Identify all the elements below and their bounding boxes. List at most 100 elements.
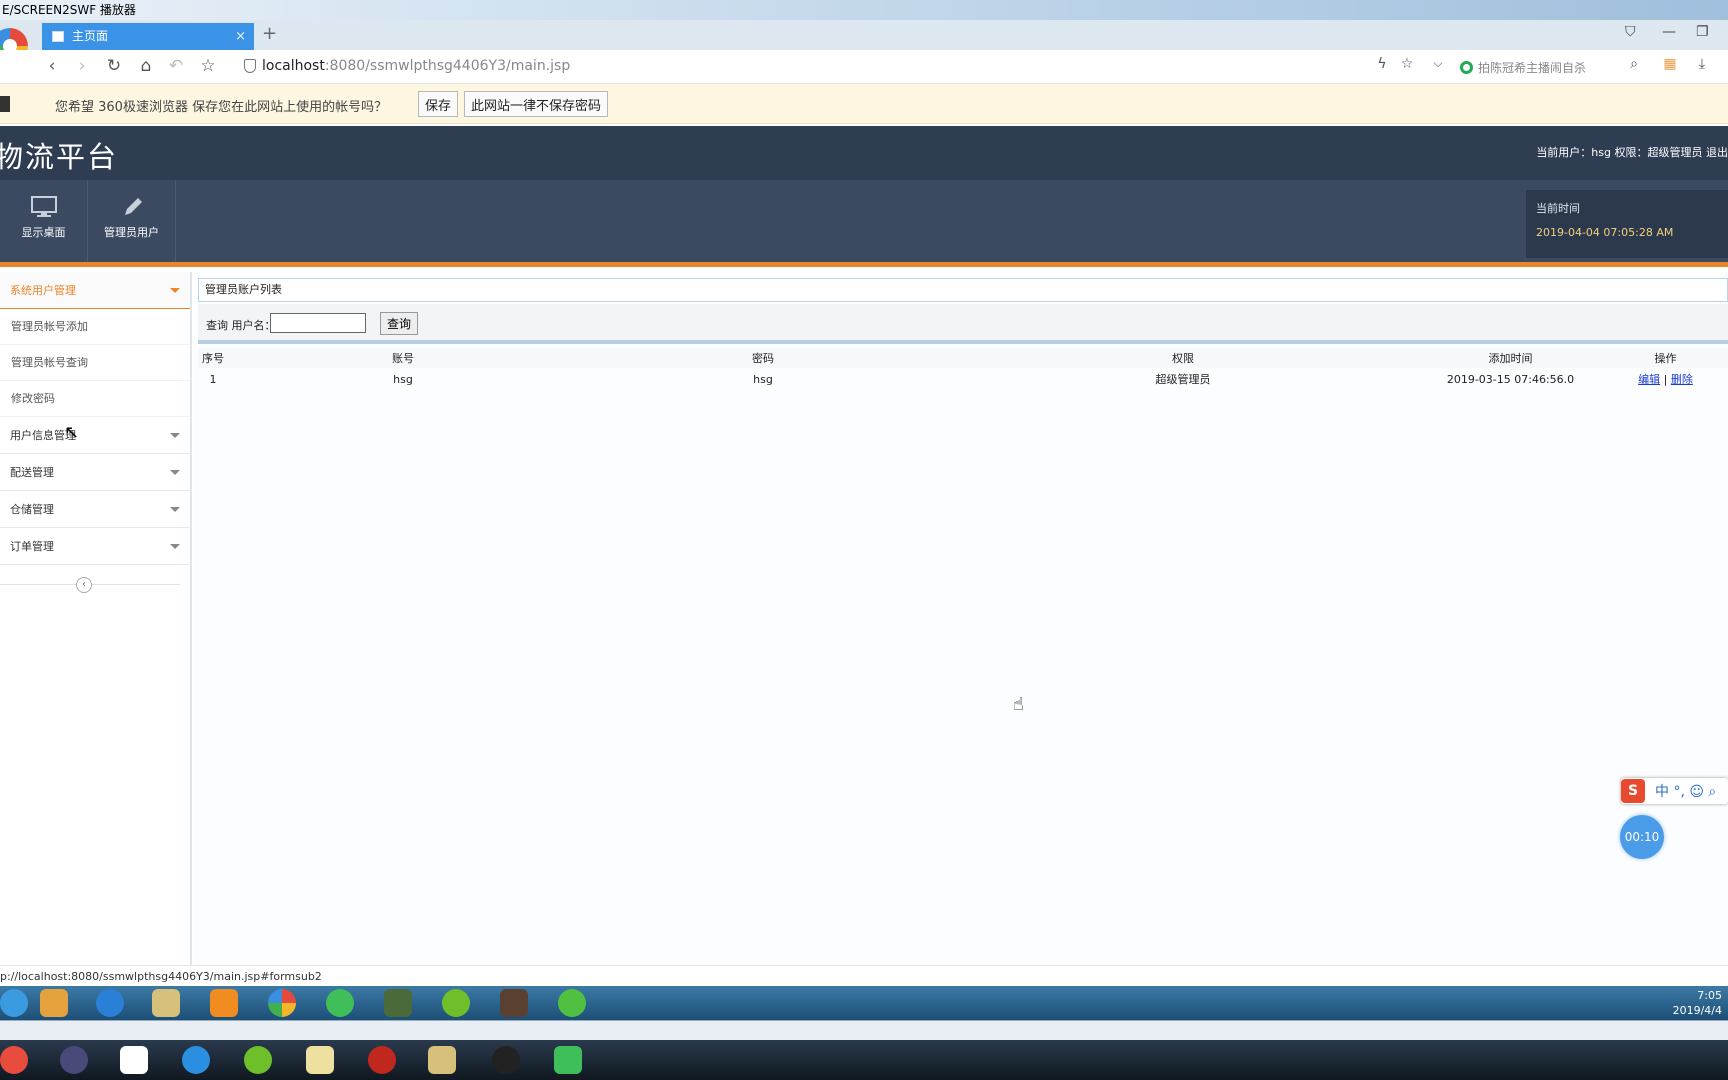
new-tab-button[interactable]: +: [262, 23, 277, 44]
row-added-time: 2019-03-15 07:46:56.0: [1446, 372, 1575, 386]
refresh-app-icon[interactable]: [326, 989, 354, 1017]
player-seek-bar[interactable]: [0, 1020, 1728, 1040]
eclipse-icon[interactable]: [60, 1046, 88, 1074]
reload-icon[interactable]: ↻: [104, 56, 124, 76]
row-account: hsg: [393, 372, 413, 386]
ie-icon[interactable]: [96, 989, 124, 1017]
skin-icon[interactable]: ⛉: [1625, 24, 1636, 40]
site-security-icon[interactable]: [244, 59, 256, 73]
clock-time: 7:05: [1697, 989, 1722, 1002]
home-icon[interactable]: ⌂: [136, 56, 156, 76]
sidebar-item-admin-add[interactable]: 管理员帐号添加: [0, 309, 190, 345]
show-desktop-button[interactable]: 显示桌面: [0, 180, 88, 262]
favorite-star-icon[interactable]: ☆: [1397, 56, 1417, 72]
chevron-down-icon: [170, 433, 180, 438]
table-header-row: 序号 账号 密码 权限 添加时间 操作: [198, 348, 1728, 368]
apps-grid-icon[interactable]: ▦: [1660, 56, 1680, 72]
table-row: 1 hsg hsg 超级管理员 2019-03-15 07:46:56.0 编辑…: [198, 368, 1728, 390]
sidebar-group-user-info[interactable]: 用户信息管理: [0, 417, 190, 454]
sidebar-group-delivery[interactable]: 配送管理: [0, 454, 190, 491]
current-time-box: 当前时间 2019-04-04 07:05:28 AM: [1526, 190, 1728, 258]
back-icon[interactable]: ‹: [42, 56, 62, 76]
download-icon[interactable]: ⤓: [1692, 56, 1712, 72]
never-save-password-button[interactable]: 此网站一律不保存密码: [464, 91, 609, 117]
sidebar-group-label: 仓储管理: [10, 503, 54, 516]
tab-close-icon[interactable]: ×: [235, 23, 246, 50]
sidebar-group-system-users[interactable]: 系统用户管理: [0, 272, 190, 309]
green-app-icon[interactable]: [244, 1046, 272, 1074]
player-title-bar: E/SCREEN2SWF 播放器: [0, 0, 1728, 20]
row-number: 1: [209, 372, 217, 386]
qq-icon[interactable]: [492, 1046, 520, 1074]
admin-user-label: 管理员用户: [104, 226, 159, 239]
panel-title: 管理员账户列表: [198, 278, 1728, 302]
delete-link[interactable]: 删除: [1671, 373, 1693, 386]
bookmark-star-icon[interactable]: ☆: [198, 56, 218, 76]
row-actions: 编辑 | 删除: [1603, 368, 1728, 390]
password-save-bar: 您希望 360极速浏览器 保存您在此网站上使用的帐号吗？ 保存 此网站一律不保存…: [0, 84, 1728, 124]
network-app-icon[interactable]: [558, 989, 586, 1017]
player-app-icon[interactable]: [554, 1046, 582, 1074]
row-password: hsg: [753, 372, 773, 386]
sidebar-group-label: 订单管理: [10, 540, 54, 553]
column-header: 添加时间: [1418, 348, 1603, 368]
admin-user-button[interactable]: 管理员用户: [88, 180, 176, 262]
flash-icon[interactable]: [368, 1046, 396, 1074]
admin-table: 序号 账号 密码 权限 添加时间 操作 1 hsg hsg 超级管理员 2019…: [198, 348, 1728, 390]
address-bar[interactable]: localhost:8080/ssmwlpthsg4406Y3/main.jsp: [262, 58, 570, 74]
query-button[interactable]: 查询: [380, 312, 418, 335]
busy-cursor-icon: ↖: [64, 422, 80, 443]
query-bar: 查询 用户名： 查询: [198, 304, 1728, 344]
search-app-icon[interactable]: [182, 1046, 210, 1074]
username-search-input[interactable]: [270, 313, 366, 333]
file-explorer-icon[interactable]: [152, 989, 180, 1017]
sidebar-group-label: 系统用户管理: [10, 284, 76, 297]
minimize-icon[interactable]: —: [1662, 24, 1676, 40]
column-header: 密码: [578, 348, 948, 368]
app-title: 物流平台: [0, 140, 119, 174]
system-clock[interactable]: 7:05 2019/4/4: [1673, 988, 1722, 1018]
recording-timer[interactable]: 00:10: [1620, 815, 1664, 859]
sidebar-item-admin-query[interactable]: 管理员帐号查询: [0, 345, 190, 381]
url-host: localhost: [262, 58, 325, 74]
start-button-icon[interactable]: [0, 989, 28, 1017]
collapse-sidebar-icon[interactable]: ‹: [76, 577, 92, 593]
dropdown-chevron-icon[interactable]: ⌵: [1428, 56, 1448, 71]
password-save-message: 您希望 360极速浏览器 保存您在此网站上使用的帐号吗？: [55, 100, 388, 115]
forward-icon[interactable]: ›: [72, 56, 92, 76]
search-hint[interactable]: 拍陈冠希主播闹自杀: [1478, 59, 1586, 76]
tab-main-page[interactable]: 主页面 ×: [42, 23, 254, 50]
edit-link[interactable]: 编辑: [1638, 373, 1660, 386]
app-header: 物流平台 当前用户：hsg 权限：超级管理员 退出: [0, 126, 1728, 180]
undo-icon[interactable]: ↶: [166, 56, 186, 76]
chevron-down-icon: [170, 507, 180, 512]
column-header: 权限: [948, 348, 1418, 368]
sidebar-group-warehouse[interactable]: 仓储管理: [0, 491, 190, 528]
ime-toolbar[interactable]: S 中 °, ☺ ⌕: [1621, 778, 1728, 804]
tool-app-icon[interactable]: [500, 989, 528, 1017]
monitor-icon: [30, 196, 57, 217]
ime-status: 中 °, ☺ ⌕: [1655, 784, 1717, 800]
browser-360-icon[interactable]: [268, 989, 296, 1017]
app-launcher-icon[interactable]: [40, 989, 68, 1017]
media-player-icon[interactable]: [210, 989, 238, 1017]
clock-date: 2019/4/4: [1672, 1004, 1722, 1017]
column-header: 操作: [1603, 348, 1728, 368]
search-icon[interactable]: ⌕: [1624, 56, 1644, 72]
restore-icon[interactable]: ❐: [1696, 24, 1709, 40]
terminal-icon[interactable]: [384, 989, 412, 1017]
sidebar-item-change-password[interactable]: 修改密码: [0, 381, 190, 417]
current-user-info[interactable]: 当前用户：hsg 权限：超级管理员 退出: [1536, 144, 1728, 160]
cloud-app-icon[interactable]: [120, 1046, 148, 1074]
folder-icon[interactable]: [428, 1046, 456, 1074]
notepad-icon[interactable]: [306, 1046, 334, 1074]
chrome-icon[interactable]: [0, 1046, 28, 1074]
lightning-icon[interactable]: ϟ: [1372, 56, 1392, 72]
current-time-value: 2019-04-04 07:05:28 AM: [1536, 226, 1674, 239]
current-time-label: 当前时间: [1536, 202, 1580, 215]
save-password-button[interactable]: 保存: [418, 91, 459, 117]
tab-bar: 主页面 × + ⛉ — ❐: [0, 20, 1728, 64]
sidebar-group-label: 配送管理: [10, 466, 54, 479]
sidebar-group-orders[interactable]: 订单管理: [0, 528, 190, 565]
music-app-icon[interactable]: [442, 989, 470, 1017]
